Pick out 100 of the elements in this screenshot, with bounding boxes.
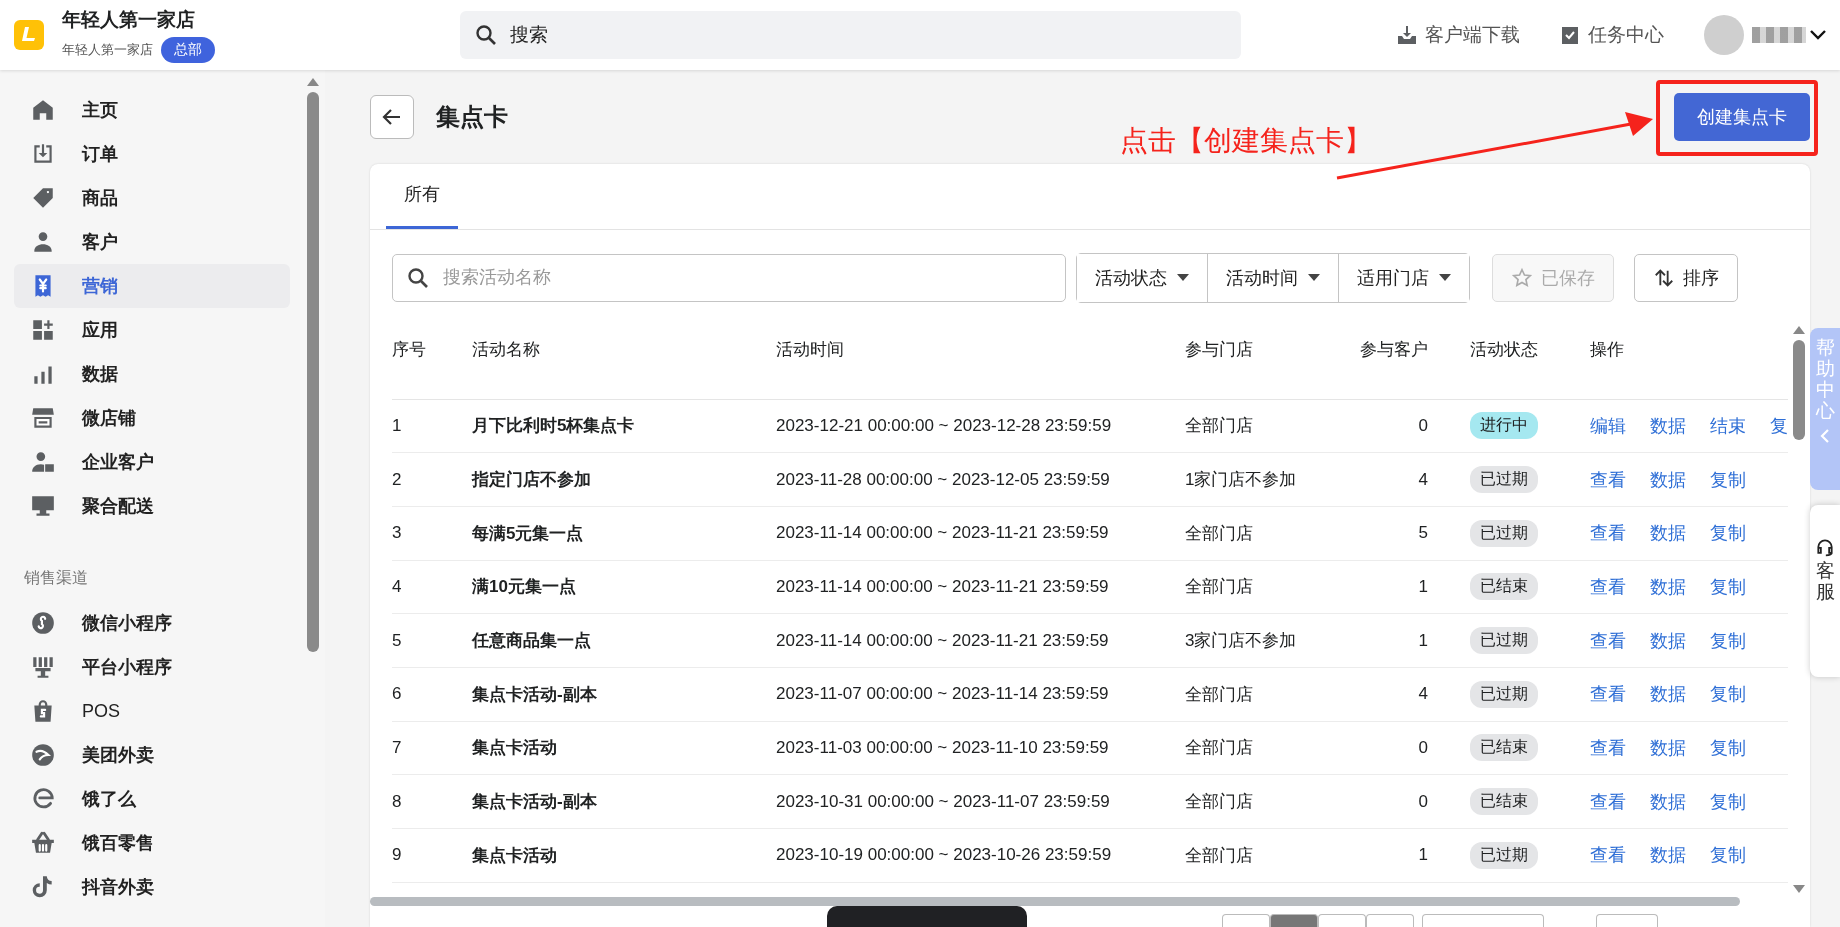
table-cell-text: 2023-11-28 00:00:00 ~ 2023-12-05 23:59:59	[776, 469, 1111, 490]
sidebar-item[interactable]: 数据	[0, 352, 300, 396]
help-center-label: 帮助中心	[1815, 338, 1835, 422]
sidebar-item[interactable]: 营销	[14, 264, 290, 308]
column-header: 参与门店	[1185, 338, 1254, 361]
pagination-button[interactable]	[1366, 914, 1414, 927]
action-link[interactable]: 复制	[1710, 736, 1746, 760]
sidebar-item[interactable]: 抖音外卖	[0, 865, 300, 909]
scroll-down-icon[interactable]	[1793, 884, 1805, 893]
action-link[interactable]: 数据	[1650, 628, 1686, 653]
tab[interactable]: 所有	[386, 181, 458, 229]
nav-icon	[30, 493, 56, 519]
activity-search-field[interactable]: 搜索活动名称	[392, 253, 1066, 302]
action-link[interactable]: 查看	[1590, 736, 1626, 760]
table-cell-text: 3家门店不参加	[1185, 630, 1298, 653]
action-link[interactable]: 查看	[1590, 843, 1626, 868]
channel-icon	[30, 830, 56, 856]
table-cell-text: 2	[392, 469, 403, 490]
scrollbar[interactable]	[370, 896, 1740, 906]
action-link[interactable]: 复制	[1710, 467, 1746, 492]
sidebar-item[interactable]: 饿百零售	[0, 821, 300, 865]
action-link[interactable]: 复	[1770, 413, 1788, 438]
caret-icon	[1177, 274, 1189, 281]
status-tag: 已过期	[1470, 466, 1538, 494]
top-action-link[interactable]: 客户端下载	[1389, 21, 1526, 49]
table-cell-text: 2023-10-31 00:00:00 ~ 2023-11-07 23:59:59	[776, 791, 1111, 812]
table-cell-text: 0	[1417, 738, 1429, 758]
action-link[interactable]: 结束	[1710, 413, 1746, 438]
page-size-select[interactable]	[1422, 914, 1544, 927]
table-cell-text: 全部门店	[1185, 844, 1254, 867]
customer-service-tab[interactable]: 客服	[1810, 505, 1840, 677]
action-link[interactable]: 数据	[1650, 736, 1686, 760]
annotation-text: 点击【创建集点卡】	[1120, 124, 1372, 158]
sidebar-item[interactable]: 主页	[0, 88, 300, 132]
action-link[interactable]: 复制	[1710, 682, 1746, 707]
action-link[interactable]: 查看	[1590, 628, 1626, 653]
search-field[interactable]: 搜索	[460, 11, 1241, 59]
create-button[interactable]: 创建集点卡	[1674, 93, 1810, 141]
action-link[interactable]: 查看	[1590, 789, 1626, 814]
sidebar-item[interactable]: 微信小程序	[0, 601, 300, 645]
action-link[interactable]: 数据	[1650, 521, 1686, 546]
table-cell-text: 任意商品集一点	[472, 630, 592, 653]
sidebar-item[interactable]: 应用	[0, 308, 300, 352]
action-link[interactable]: 查看	[1590, 467, 1626, 492]
chevron-left-icon	[1820, 427, 1830, 444]
avatar[interactable]	[1704, 15, 1744, 55]
filter-dropdown[interactable]: 活动状态	[1077, 253, 1208, 302]
table-cell-text: 2023-10-19 00:00:00 ~ 2023-10-26 23:59:59	[776, 845, 1113, 866]
table-cell-text: 1	[1417, 576, 1429, 597]
action-link[interactable]: 复制	[1710, 521, 1746, 546]
scrollbar-thumb[interactable]	[1793, 339, 1805, 440]
page-jump-field[interactable]	[1596, 914, 1658, 927]
status-tag: 进行中	[1470, 412, 1538, 440]
back-button[interactable]	[370, 95, 414, 139]
action-link[interactable]: 数据	[1650, 682, 1686, 707]
sidebar-item[interactable]: 订单	[0, 132, 300, 176]
table-cell-text: 全部门店	[1185, 576, 1254, 599]
action-link[interactable]: 数据	[1650, 413, 1686, 438]
sidebar-item[interactable]: 平台小程序	[0, 645, 300, 689]
sidebar-item[interactable]: 微店铺	[0, 396, 300, 440]
action-link[interactable]: 复制	[1710, 574, 1746, 599]
nav-icon	[30, 317, 56, 343]
top-action-link[interactable]: 任务中心	[1552, 21, 1670, 49]
nav-icon	[30, 449, 56, 475]
sidebar-item[interactable]: POS	[0, 689, 300, 733]
action-link[interactable]: 编辑	[1590, 413, 1626, 438]
action-link[interactable]: 复制	[1710, 628, 1746, 653]
table-cell-text: 集点卡活动	[472, 737, 558, 760]
action-link[interactable]: 查看	[1590, 521, 1626, 546]
table-cell-text: 2023-11-14 00:00:00 ~ 2023-11-21 23:59:59	[776, 630, 1110, 651]
action-link[interactable]: 复制	[1710, 843, 1746, 868]
action-link[interactable]: 复制	[1710, 789, 1746, 814]
sort-button[interactable]: 排序	[1634, 253, 1738, 302]
action-link[interactable]: 查看	[1590, 682, 1626, 707]
column-header: 活动名称	[472, 338, 541, 361]
scrollbar-thumb[interactable]	[306, 92, 319, 652]
sidebar-item[interactable]: 饿了么	[0, 777, 300, 821]
action-link[interactable]: 数据	[1650, 789, 1686, 814]
table-cell-text: 2023-11-14 00:00:00 ~ 2023-11-21 23:59:59	[776, 576, 1110, 597]
sidebar-item[interactable]: 客户	[0, 220, 300, 264]
scroll-up-icon[interactable]	[1793, 325, 1805, 334]
page-title: 集点卡	[436, 102, 508, 132]
action-link[interactable]: 数据	[1650, 467, 1686, 492]
caret-icon	[1439, 274, 1451, 281]
chevron-down-icon[interactable]	[1810, 30, 1826, 40]
sidebar-item[interactable]: 企业客户	[0, 440, 300, 484]
action-link[interactable]: 数据	[1650, 843, 1686, 868]
headquarters-badge: 总部	[161, 37, 215, 63]
pagination-button[interactable]	[1270, 914, 1318, 927]
table-cell-text: 每满5元集一点	[472, 522, 585, 545]
column-header: 活动状态	[1469, 338, 1539, 361]
pagination-button[interactable]	[1318, 914, 1366, 927]
sidebar-item[interactable]: 美团外卖	[0, 733, 300, 777]
sidebar-item[interactable]: 商品	[0, 176, 300, 220]
store-name: 年轻人第一家店	[62, 8, 196, 32]
channel-icon	[30, 654, 56, 680]
scroll-up-icon[interactable]	[306, 78, 319, 86]
action-link[interactable]: 数据	[1650, 574, 1686, 599]
sidebar-item[interactable]: 聚合配送	[0, 484, 300, 528]
action-link[interactable]: 查看	[1590, 574, 1626, 599]
